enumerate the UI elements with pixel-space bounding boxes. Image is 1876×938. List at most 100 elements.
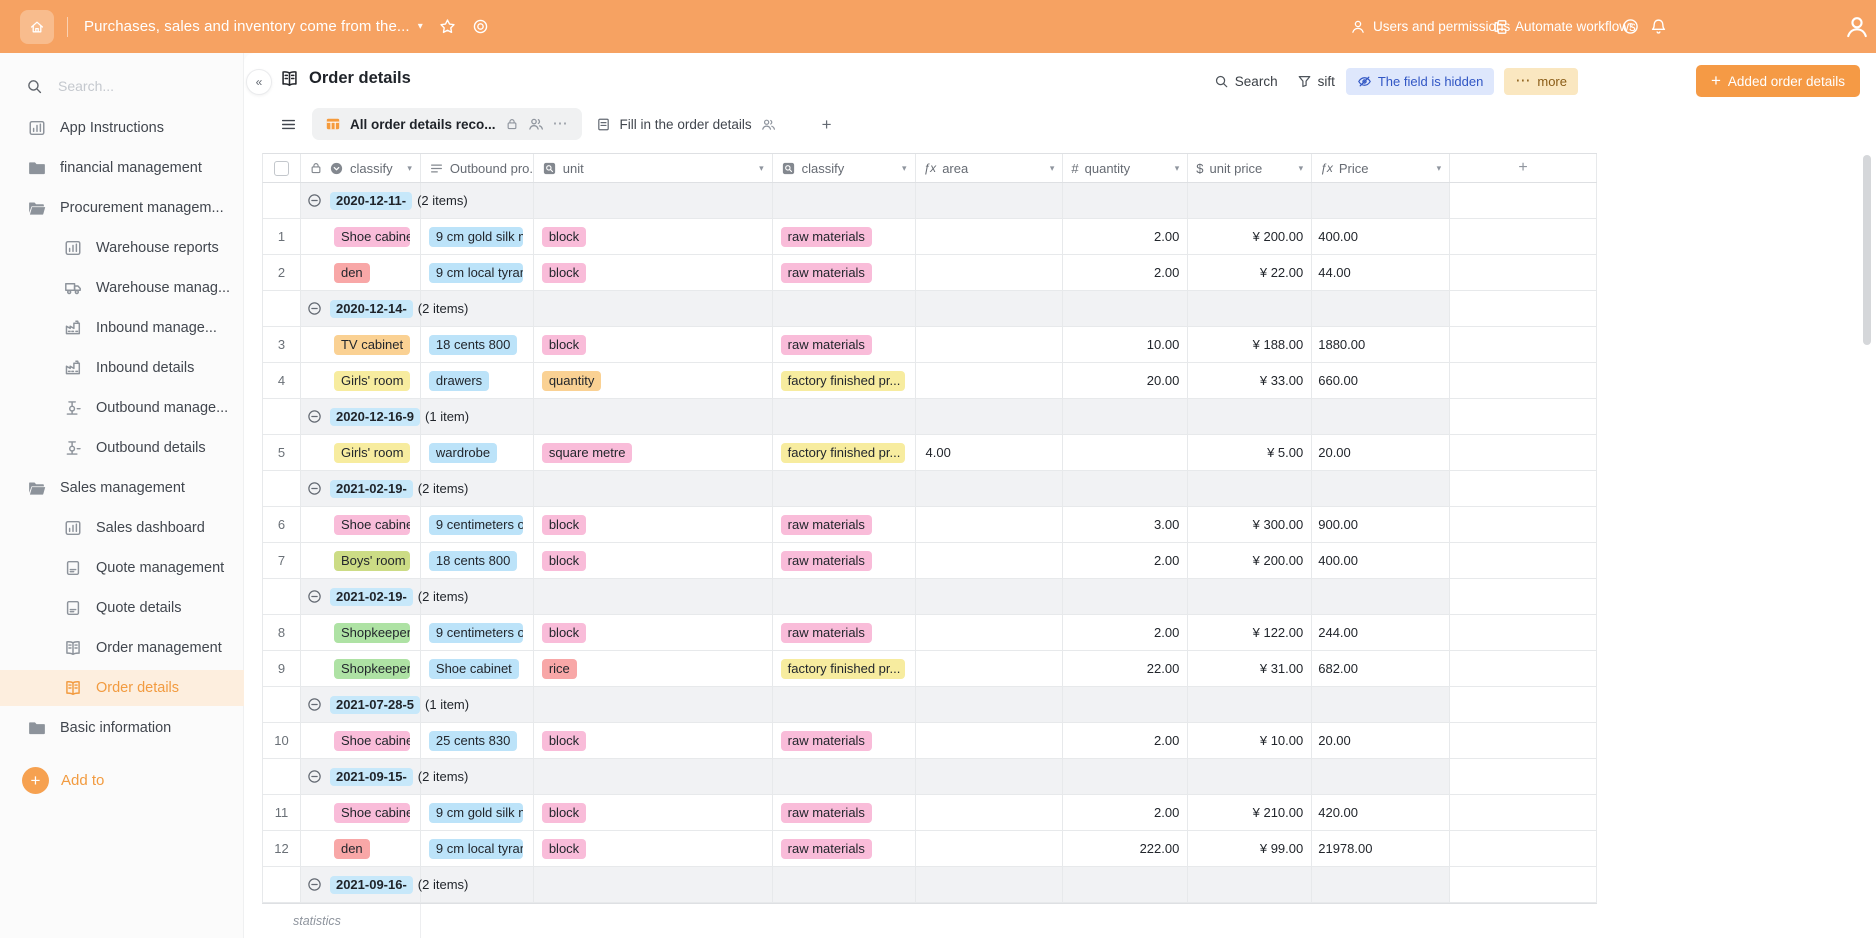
cell-area[interactable]: 4.00 (916, 435, 1064, 471)
cell-unit-price[interactable]: ¥ 5.00 (1188, 435, 1312, 471)
cell-unit[interactable]: block (534, 327, 773, 363)
sidebar-item-basic-information[interactable]: Basic information (0, 710, 244, 746)
cell-unit[interactable]: quantity (534, 363, 773, 399)
cell-category[interactable]: raw materials (773, 327, 916, 363)
row-number-cell[interactable]: 10 (263, 723, 301, 759)
cell-category[interactable]: factory finished pr... (773, 651, 916, 687)
sidebar-item-app-instructions[interactable]: App Instructions (0, 110, 244, 146)
row-number-cell[interactable]: 9 (263, 651, 301, 687)
chevron-down-icon[interactable]: ▾ (1299, 164, 1304, 173)
home-button[interactable] (20, 10, 54, 44)
row-number-cell[interactable]: 1 (263, 219, 301, 255)
cell-category[interactable]: raw materials (773, 507, 916, 543)
add-field-button[interactable]: + (1450, 154, 1597, 182)
sidebar-item-procurement-managem[interactable]: Procurement managem... (0, 190, 244, 226)
column-header-price[interactable]: ƒxPrice▾ (1312, 154, 1450, 182)
chevron-down-icon[interactable]: ▾ (407, 164, 412, 173)
cell-empty[interactable] (1450, 615, 1597, 651)
cell-outbound-product[interactable]: 9 cm local tyrant clot (421, 831, 534, 867)
sidebar-item-outbound-details[interactable]: Outbound details (0, 430, 244, 466)
cell-price[interactable]: 900.00 (1312, 507, 1450, 543)
cell-classify[interactable]: TV cabinet (301, 327, 421, 363)
sidebar-item-inbound-manage[interactable]: Inbound manage... (0, 310, 244, 346)
cell-outbound-product[interactable]: 18 cents 800 (421, 543, 534, 579)
group-header-cell[interactable]: 2020-12-16-9(1 item) (301, 399, 421, 435)
cell-area[interactable] (916, 363, 1064, 399)
cell-unit-price[interactable]: ¥ 210.00 (1188, 795, 1312, 831)
add-view-button[interactable]: + (822, 116, 832, 133)
cell-price[interactable]: 20.00 (1312, 435, 1450, 471)
column-header-quantity[interactable]: #quantity▾ (1063, 154, 1188, 182)
cell-area[interactable] (916, 651, 1064, 687)
help-button[interactable]: ? (1622, 0, 1639, 53)
column-header-unit-price[interactable]: $unit price▾ (1188, 154, 1312, 182)
row-number-cell[interactable]: 6 (263, 507, 301, 543)
cell-quantity[interactable]: 2.00 (1063, 219, 1188, 255)
cell-classify[interactable]: den (301, 255, 421, 291)
cell-unit[interactable]: block (534, 831, 773, 867)
cell-unit-price[interactable]: ¥ 31.00 (1188, 651, 1312, 687)
row-number-cell[interactable]: 4 (263, 363, 301, 399)
cell-quantity[interactable]: 22.00 (1063, 651, 1188, 687)
row-number-cell[interactable]: 12 (263, 831, 301, 867)
cell-price[interactable]: 1880.00 (1312, 327, 1450, 363)
sidebar-search[interactable] (26, 77, 216, 95)
cell-classify[interactable]: Shoe cabinet (301, 507, 421, 543)
cell-empty[interactable] (1450, 327, 1597, 363)
cell-empty[interactable] (1450, 543, 1597, 579)
row-number-cell[interactable]: 5 (263, 435, 301, 471)
cell-quantity[interactable]: 2.00 (1063, 255, 1188, 291)
column-header-unit[interactable]: unit▾ (534, 154, 773, 182)
cell-category[interactable]: raw materials (773, 615, 916, 651)
cell-outbound-product[interactable]: 9 centimeters of eleg (421, 615, 534, 651)
row-number-cell[interactable]: 8 (263, 615, 301, 651)
cell-category[interactable]: raw materials (773, 219, 916, 255)
cell-price[interactable]: 44.00 (1312, 255, 1450, 291)
tab-grid-view[interactable]: All order details reco... ⋯ (312, 108, 582, 140)
cell-price[interactable]: 20.00 (1312, 723, 1450, 759)
group-header-cell[interactable]: 2021-09-15-(2 items) (301, 759, 421, 795)
cell-classify[interactable]: Shoe cabinet (301, 219, 421, 255)
cell-price[interactable]: 420.00 (1312, 795, 1450, 831)
cell-empty[interactable] (1450, 435, 1597, 471)
workspace-title[interactable]: Purchases, sales and inventory come from… (84, 18, 410, 35)
select-all-checkbox-cell[interactable] (263, 154, 301, 182)
cell-unit-price[interactable]: ¥ 99.00 (1188, 831, 1312, 867)
vertical-scrollbar[interactable] (1863, 155, 1871, 901)
chevron-down-icon[interactable]: ▾ (902, 164, 907, 173)
search-input[interactable] (56, 77, 210, 95)
cell-unit-price[interactable]: ¥ 300.00 (1188, 507, 1312, 543)
sidebar-item-order-details[interactable]: Order details (0, 670, 244, 706)
cell-unit[interactable]: rice (534, 651, 773, 687)
cell-quantity[interactable] (1063, 435, 1188, 471)
cell-unit-price[interactable]: ¥ 22.00 (1188, 255, 1312, 291)
sidebar-item-warehouse-manag[interactable]: Warehouse manag... (0, 270, 244, 306)
cell-unit[interactable]: block (534, 255, 773, 291)
cell-empty[interactable] (1450, 723, 1597, 759)
cell-classify[interactable]: Girls' room (301, 435, 421, 471)
cell-unit[interactable]: block (534, 795, 773, 831)
column-header-classify[interactable]: classify▾ (773, 154, 916, 182)
cell-outbound-product[interactable]: 9 cm gold silk marg (421, 219, 534, 255)
tab-form-view[interactable]: Fill in the order details (596, 117, 776, 132)
column-header-classify[interactable]: classify▾ (301, 154, 421, 182)
sidebar-item-outbound-manage[interactable]: Outbound manage... (0, 390, 244, 426)
notifications-button[interactable] (1650, 0, 1667, 53)
star-icon[interactable] (439, 18, 456, 35)
cell-classify[interactable]: den (301, 831, 421, 867)
cell-outbound-product[interactable]: drawers (421, 363, 534, 399)
avatar[interactable] (1844, 0, 1870, 53)
cell-quantity[interactable]: 222.00 (1063, 831, 1188, 867)
cell-area[interactable] (916, 543, 1064, 579)
users-permissions-button[interactable]: Users and permissions (1350, 0, 1510, 53)
cell-unit[interactable]: square metre (534, 435, 773, 471)
cell-classify[interactable]: Boys' room (301, 543, 421, 579)
cell-outbound-product[interactable]: 25 cents 830 (421, 723, 534, 759)
cell-empty[interactable] (1450, 255, 1597, 291)
group-header-cell[interactable]: 2020-12-11-(2 items) (301, 183, 421, 219)
cell-unit[interactable]: block (534, 543, 773, 579)
column-header-area[interactable]: ƒxarea▾ (916, 154, 1064, 182)
cell-unit-price[interactable]: ¥ 200.00 (1188, 219, 1312, 255)
cell-unit[interactable]: block (534, 615, 773, 651)
group-header-cell[interactable]: 2021-02-19-(2 items) (301, 471, 421, 507)
